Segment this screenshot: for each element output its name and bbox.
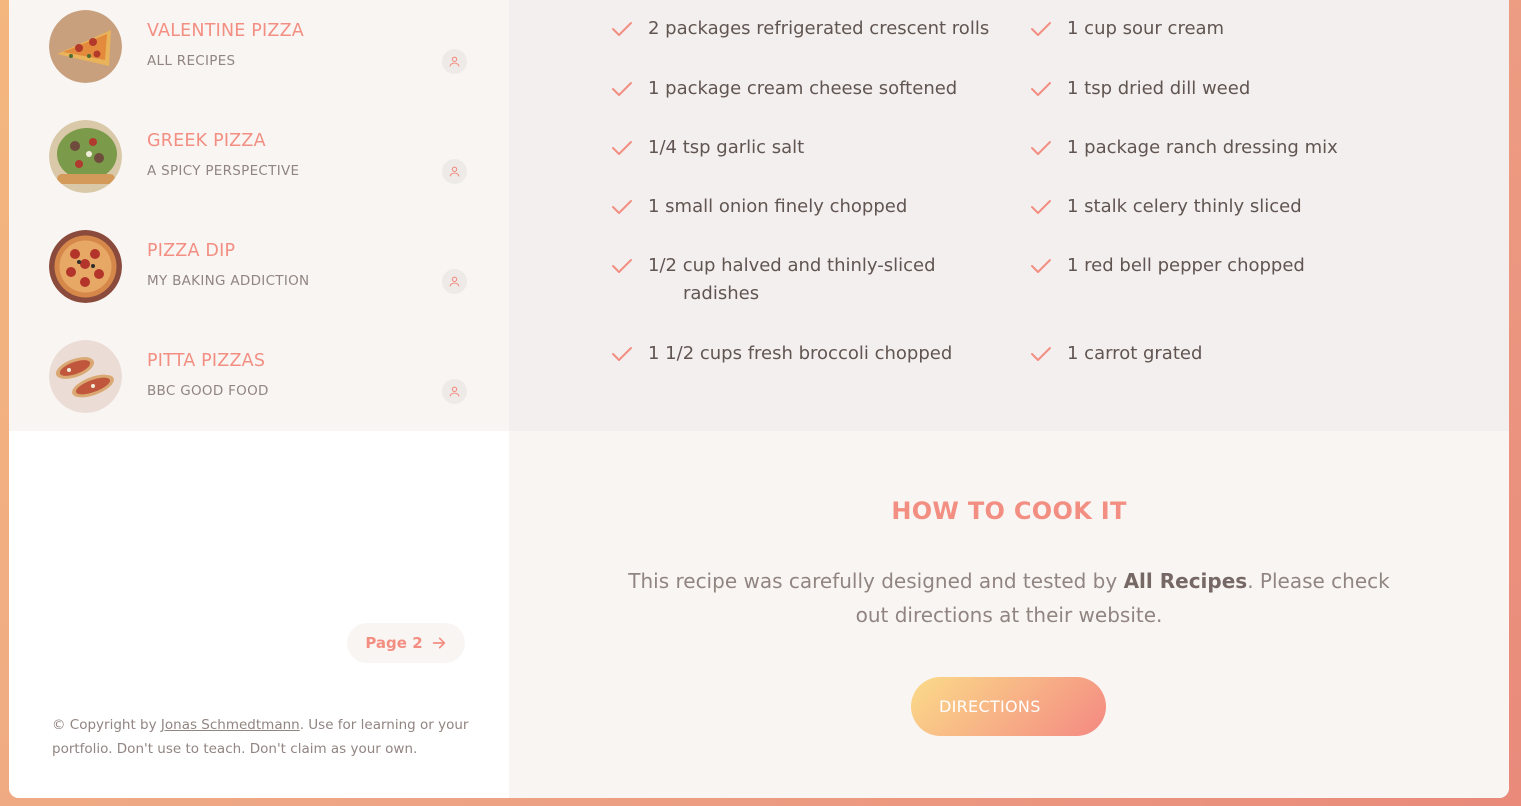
result-publisher: MY BAKING ADDICTION: [147, 273, 310, 289]
ingredient-text: 1 stalk celery thinly sliced: [1067, 196, 1302, 217]
copyright-prefix: © Copyright by: [52, 717, 161, 733]
check-icon: [612, 82, 632, 96]
ingredient-text-line2: radishes: [683, 283, 760, 304]
result-title: GREEK PIZZA: [147, 131, 266, 151]
search-results-sidebar: VALENTINE PIZZA ALL RECIPES GREEK PIZZA …: [9, 0, 509, 798]
result-title: PIZZA DIP: [147, 241, 236, 261]
check-icon: [1031, 22, 1051, 36]
check-icon: [612, 347, 632, 361]
check-icon: [1031, 82, 1051, 96]
check-icon: [612, 259, 632, 273]
ingredient-item: 1 package cream cheese softened: [610, 75, 957, 103]
result-item-valentine-pizza[interactable]: VALENTINE PIZZA ALL RECIPES: [9, 0, 509, 110]
check-icon: [1031, 347, 1051, 361]
ingredient-text: 1 carrot grated: [1067, 343, 1203, 364]
user-generated-badge: [442, 269, 467, 294]
how-to-cook-description: This recipe was carefully designed and t…: [624, 564, 1394, 632]
ingredient-text: 1 1/2 cups fresh broccoli chopped: [648, 343, 953, 364]
ingredient-text: 1 package ranch dressing mix: [1067, 137, 1338, 158]
result-title: VALENTINE PIZZA: [147, 21, 304, 41]
user-generated-badge: [442, 159, 467, 184]
result-publisher: A SPICY PERSPECTIVE: [147, 163, 300, 179]
ingredient-item: 1 red bell pepper chopped: [1029, 252, 1305, 280]
how-to-cook-heading: HOW TO COOK IT: [891, 497, 1127, 525]
pagination-next-button[interactable]: Page 2: [347, 623, 465, 663]
ingredient-text: 1 tsp dried dill weed: [1067, 78, 1251, 99]
check-icon: [612, 141, 632, 155]
check-icon: [1031, 200, 1051, 214]
copyright-notice: © Copyright by Jonas Schmedtmann. Use fo…: [52, 713, 472, 761]
cook-text-prefix: This recipe was carefully designed and t…: [628, 569, 1124, 593]
ingredient-item: 1 stalk celery thinly sliced: [1029, 193, 1302, 221]
ingredient-item: 1 cup sour cream: [1029, 15, 1224, 43]
result-item-pizza-dip[interactable]: PIZZA DIP MY BAKING ADDICTION: [9, 220, 509, 330]
ingredient-item: 1 1/2 cups fresh broccoli chopped: [610, 340, 952, 368]
app-container: VALENTINE PIZZA ALL RECIPES GREEK PIZZA …: [9, 0, 1509, 798]
arrow-right-icon: [432, 637, 445, 649]
check-icon: [1031, 259, 1051, 273]
result-publisher: BBC GOOD FOOD: [147, 383, 269, 399]
result-publisher: ALL RECIPES: [147, 53, 236, 69]
ingredient-text: 1 package cream cheese softened: [648, 78, 958, 99]
ingredient-item: 1 carrot grated: [1029, 340, 1202, 368]
check-icon: [1031, 141, 1051, 155]
user-generated-badge: [442, 379, 467, 404]
user-icon: [449, 166, 460, 177]
user-icon: [449, 276, 460, 287]
ingredient-item: 1/4 tsp garlic salt: [610, 134, 804, 162]
check-icon: [612, 22, 632, 36]
ingredient-text: 1 small onion finely chopped: [648, 196, 908, 217]
result-title: PITTA PIZZAS: [147, 351, 266, 371]
ingredient-text: 1 red bell pepper chopped: [1067, 255, 1305, 276]
ingredient-text: 1/4 tsp garlic salt: [648, 137, 805, 158]
ingredient-text: 1 cup sour cream: [1067, 18, 1225, 39]
ingredients-list: 2 packages refrigerated crescent rolls 1…: [509, 0, 1509, 431]
result-item-pitta-pizzas[interactable]: PITTA PIZZAS BBC GOOD FOOD: [9, 330, 509, 440]
ingredient-item: 1 small onion finely chopped: [610, 193, 907, 221]
recipe-publisher: All Recipes: [1123, 569, 1248, 593]
ingredient-item: 1 package ranch dressing mix: [1029, 134, 1338, 162]
recipe-panel: 2 packages refrigerated crescent rolls 1…: [509, 0, 1509, 798]
result-item-greek-pizza[interactable]: GREEK PIZZA A SPICY PERSPECTIVE: [9, 110, 509, 220]
result-thumbnail: [49, 340, 122, 413]
result-thumbnail: [49, 230, 122, 303]
ingredient-item: 2 packages refrigerated crescent rolls: [610, 15, 989, 43]
pagination-label: Page 2: [365, 634, 423, 652]
ingredient-text: 2 packages refrigerated crescent rolls: [648, 18, 990, 39]
ingredient-item: 1/2 cup halved and thinly-sliced radishe…: [610, 252, 936, 308]
results-list: VALENTINE PIZZA ALL RECIPES GREEK PIZZA …: [9, 0, 509, 431]
ingredient-item: 1 tsp dried dill weed: [1029, 75, 1250, 103]
result-thumbnail: [49, 10, 122, 83]
user-icon: [449, 386, 460, 397]
user-icon: [449, 56, 460, 67]
check-icon: [612, 200, 632, 214]
ingredient-text-line1: 1/2 cup halved and thinly-sliced: [648, 255, 936, 276]
result-thumbnail: [49, 120, 122, 193]
user-generated-badge: [442, 49, 467, 74]
directions-button[interactable]: DIRECTIONS: [911, 677, 1106, 736]
ingredient-text-multiline: 1/2 cup halved and thinly-sliced radishe…: [648, 252, 936, 308]
author-link[interactable]: Jonas Schmedtmann: [161, 717, 300, 733]
